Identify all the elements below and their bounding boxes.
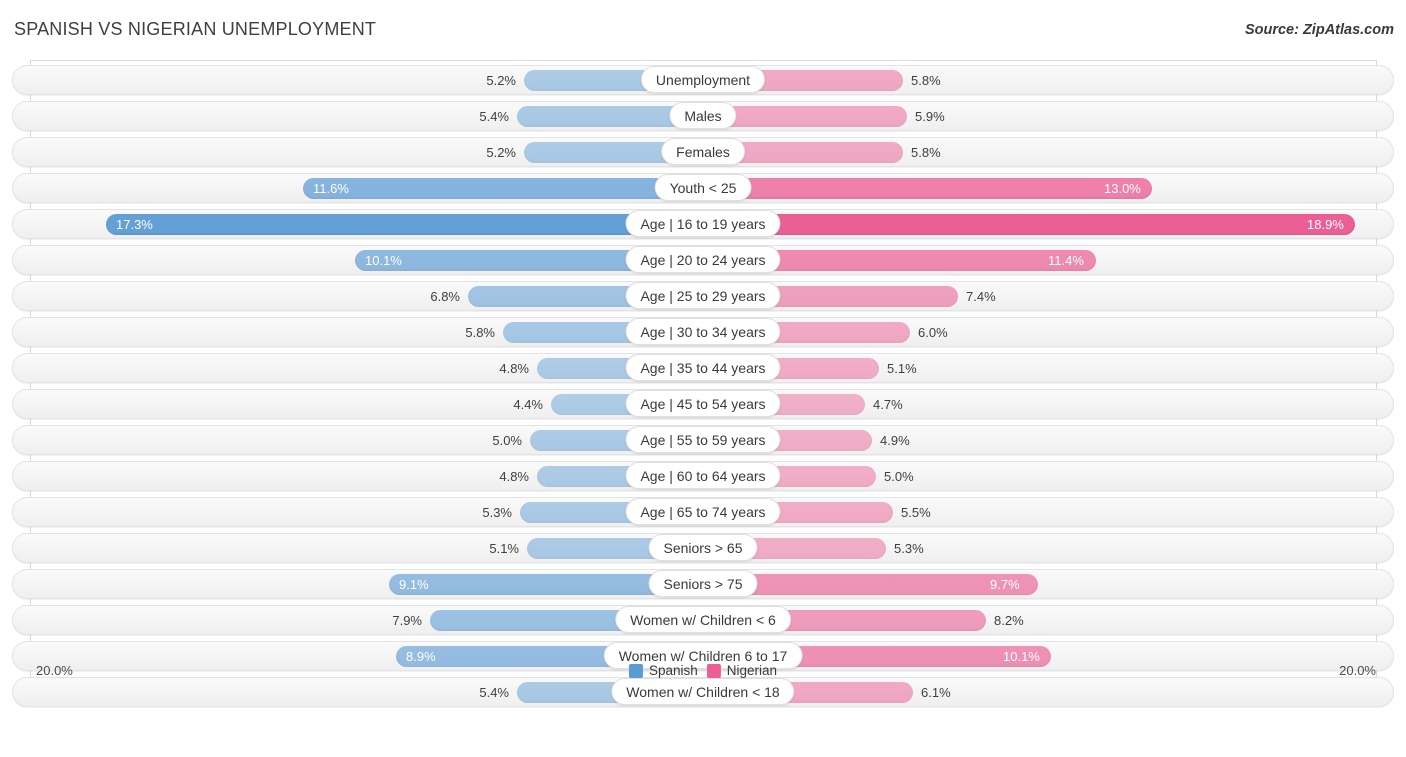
- axis-label-left-max: 20.0%: [36, 663, 73, 678]
- row-category-label: Age | 30 to 34 years: [625, 318, 781, 345]
- chart-row: 5.1% 5.3% Seniors > 65: [0, 530, 1406, 566]
- value-label-nigerian: 6.0%: [918, 325, 948, 340]
- chart-row: 7.9% 8.2% Women w/ Children < 6: [0, 602, 1406, 638]
- chart-row: 5.8% 6.0% Age | 30 to 34 years: [0, 314, 1406, 350]
- value-label-nigerian: 11.4%: [1048, 253, 1084, 268]
- chart-row: 11.6% 13.0% Youth < 25: [0, 170, 1406, 206]
- legend-item[interactable]: Nigerian: [706, 663, 778, 678]
- value-label-spanish: 5.3%: [482, 505, 512, 520]
- value-label-nigerian: 5.1%: [887, 361, 917, 376]
- row-category-label: Unemployment: [640, 66, 766, 93]
- chart-row: 4.4% 4.7% Age | 45 to 54 years: [0, 386, 1406, 422]
- legend-label: Nigerian: [726, 663, 778, 678]
- row-category-label: Seniors > 75: [648, 570, 758, 597]
- chart-row: 10.1% 11.4% Age | 20 to 24 years: [0, 242, 1406, 278]
- source-attribution: Source: ZipAtlas.com: [1244, 22, 1394, 38]
- row-category-label: Age | 60 to 64 years: [625, 462, 781, 489]
- value-label-spanish: 6.8%: [430, 289, 460, 304]
- chart-row: 17.3% 18.9% Age | 16 to 19 years: [0, 206, 1406, 242]
- value-label-spanish: 5.8%: [465, 325, 495, 340]
- row-category-label: Age | 55 to 59 years: [625, 426, 781, 453]
- value-label-nigerian: 5.8%: [911, 145, 941, 160]
- chart-row: 6.8% 7.4% Age | 25 to 29 years: [0, 278, 1406, 314]
- row-category-label: Women w/ Children < 6: [615, 606, 791, 633]
- value-label-nigerian: 5.9%: [915, 109, 945, 124]
- value-label-spanish: 9.1%: [399, 577, 429, 592]
- chart-row: 9.1% 9.7% Seniors > 75: [0, 566, 1406, 602]
- chart-row: 5.2% 5.8% Females: [0, 134, 1406, 170]
- value-label-spanish: 10.1%: [365, 253, 402, 268]
- diverging-bar-chart: 5.2% 5.8% Unemployment 5.4% 5.9% Males 5.2% 5.8…: [0, 60, 1406, 715]
- bar-spanish[interactable]: [106, 214, 703, 235]
- page-title: SPANISH VS NIGERIAN UNEMPLOYMENT: [14, 19, 377, 39]
- legend-swatch-icon: [628, 663, 643, 678]
- value-label-spanish: 5.1%: [489, 541, 519, 556]
- chart-row: 5.4% 5.9% Males: [0, 98, 1406, 134]
- row-category-label: Youth < 25: [654, 174, 752, 201]
- value-label-spanish: 4.8%: [499, 361, 529, 376]
- value-label-nigerian: 8.2%: [994, 613, 1024, 628]
- value-label-spanish: 5.2%: [486, 145, 516, 160]
- value-label-nigerian: 18.9%: [1307, 217, 1344, 232]
- value-label-nigerian: 5.5%: [901, 505, 931, 520]
- legend-item[interactable]: Spanish: [628, 663, 698, 678]
- chart-row: 5.3% 5.5% Age | 65 to 74 years: [0, 494, 1406, 530]
- value-label-nigerian: 5.3%: [894, 541, 924, 556]
- row-category-label: Seniors > 65: [648, 534, 758, 561]
- value-label-nigerian: 4.7%: [873, 397, 903, 412]
- value-label-spanish: 5.4%: [479, 109, 509, 124]
- chart-row: 5.2% 5.8% Unemployment: [0, 62, 1406, 98]
- chart-row: 5.0% 4.9% Age | 55 to 59 years: [0, 422, 1406, 458]
- value-label-nigerian: 5.0%: [884, 469, 914, 484]
- row-category-label: Age | 65 to 74 years: [625, 498, 781, 525]
- row-category-label: Females: [661, 138, 745, 165]
- value-label-nigerian: 4.9%: [880, 433, 910, 448]
- value-label-nigerian: 7.4%: [966, 289, 996, 304]
- legend-label: Spanish: [648, 663, 698, 678]
- chart-row: 4.8% 5.0% Age | 60 to 64 years: [0, 458, 1406, 494]
- value-label-spanish: 5.0%: [492, 433, 522, 448]
- value-label-nigerian: 13.0%: [1104, 181, 1141, 196]
- bar-nigerian[interactable]: [703, 178, 1152, 199]
- value-label-spanish: 11.6%: [313, 181, 349, 196]
- legend-swatch-icon: [706, 663, 721, 678]
- bar-spanish[interactable]: [303, 178, 703, 199]
- row-category-label: Age | 45 to 54 years: [625, 390, 781, 417]
- chart-rows: 5.2% 5.8% Unemployment 5.4% 5.9% Males 5.2% 5.8…: [0, 62, 1406, 710]
- value-label-spanish: 7.9%: [392, 613, 422, 628]
- bar-nigerian[interactable]: [703, 214, 1355, 235]
- value-label-nigerian: 9.7%: [990, 577, 1020, 592]
- row-category-label: Age | 16 to 19 years: [625, 210, 781, 237]
- row-category-label: Age | 35 to 44 years: [625, 354, 781, 381]
- value-label-spanish: 4.8%: [499, 469, 529, 484]
- row-category-label: Age | 20 to 24 years: [625, 246, 781, 273]
- row-category-label: Age | 25 to 29 years: [625, 282, 781, 309]
- value-label-nigerian: 5.8%: [911, 73, 941, 88]
- chart-legend: Spanish Nigerian: [628, 663, 778, 678]
- axis-label-right-max: 20.0%: [1339, 663, 1376, 678]
- value-label-spanish: 17.3%: [116, 217, 153, 232]
- value-label-spanish: 4.4%: [513, 397, 543, 412]
- chart-row: 4.8% 5.1% Age | 35 to 44 years: [0, 350, 1406, 386]
- row-category-label: Males: [669, 102, 737, 129]
- chart-axis: 20.0% 20.0% Spanish Nigerian: [0, 655, 1406, 695]
- value-label-spanish: 5.2%: [486, 73, 516, 88]
